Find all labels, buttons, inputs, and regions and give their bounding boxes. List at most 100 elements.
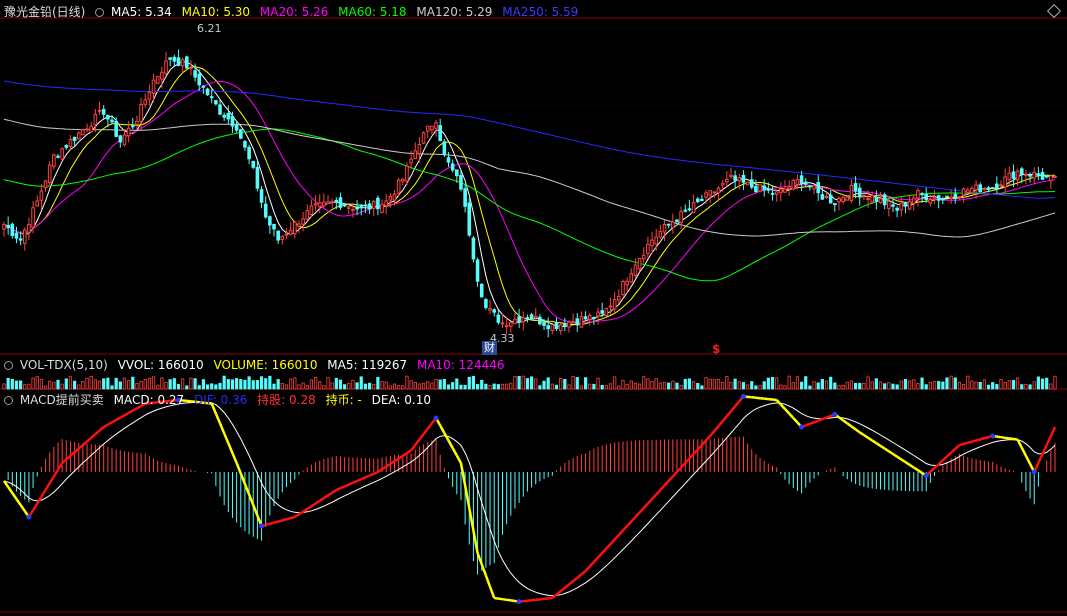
volume-bar [583,377,588,390]
candle-body [1003,176,1007,188]
dif-line-segment [107,421,113,426]
dif-line-segment [700,439,707,446]
candle-body [309,205,314,215]
volume-bar [397,385,401,390]
candle-body [658,231,663,238]
ma250-readout: MA250: 5.59 [502,5,579,19]
volume-bar [592,383,596,390]
dif-line-segment [892,452,898,458]
volume-bar [197,385,201,390]
candle-body [679,211,683,223]
settings-icon[interactable] [95,8,105,17]
dif-line-segment [7,486,14,494]
dif-line-segment [646,498,653,505]
candle-body [376,197,380,210]
volume-bar [23,384,27,390]
volume-bar [916,383,920,390]
dif-line-segment [967,440,973,444]
vol-settings-icon[interactable] [4,361,13,370]
candle-body [795,179,800,185]
candle-body [143,99,148,105]
volume-bar [334,377,338,390]
volume-bar [949,375,953,390]
macd-turn-marker [799,424,805,430]
volume-bar [1053,375,1057,390]
candle-body [779,188,783,194]
candle-body [10,223,15,236]
volume-bar [475,384,480,390]
dif-line-segment [243,483,251,495]
candle-body [924,193,929,200]
dif-line-segment [227,442,234,454]
candle-body [305,210,310,220]
volume-bar [770,377,775,390]
dif-line-segment [265,522,271,527]
volume-bar [554,384,559,390]
volume-bar [455,378,459,390]
candle-body [459,174,463,190]
candle-body [604,307,609,317]
candle-body [716,187,721,194]
dif-line-segment [659,484,666,491]
candle-body [230,115,235,127]
volume-bar [330,382,334,390]
candle-body [737,177,742,182]
candle-body [1036,173,1041,177]
dif-line-segment [451,447,458,457]
volume-bar [812,381,816,390]
dif-line-segment [875,442,882,447]
candle-body [413,150,418,160]
volume-bar [60,383,64,390]
dividend-marker[interactable]: $ [712,342,720,356]
finance-marker[interactable]: 财 [482,341,497,355]
volume-bar [799,381,804,390]
volume-bar [226,379,230,390]
volume-bar [829,376,833,390]
volume-bar [56,379,60,390]
volume-bar [625,384,629,390]
candle-body [488,307,492,311]
dif-line-segment [348,481,354,486]
volume-bar [102,378,106,390]
dif-line-segment [231,452,238,464]
volume-bar [147,377,151,390]
dif-line-segment [826,414,832,419]
dif-line-segment [252,504,259,516]
volume-bar [347,383,351,390]
candle-body [56,155,60,158]
volume-bar [484,383,488,390]
volume-bar [1011,380,1016,390]
macd-turn-marker [990,433,996,439]
volume-bar [409,380,413,390]
candle-body [824,195,829,198]
candle-body [932,196,937,200]
volume-bar [73,380,77,390]
volume-bar [858,382,862,390]
candle-body [430,125,434,131]
dif-line-segment [879,444,886,450]
candle-body [421,132,426,144]
dif-line-segment [609,538,616,545]
candle-body [184,56,189,69]
dif-line-segment [854,428,861,434]
volume-bar [89,375,93,390]
candle-body [60,148,64,160]
candle-body [1011,171,1016,179]
dif-line-segment [684,457,691,464]
macd-settings-icon[interactable] [4,396,13,405]
candle-body [654,236,659,245]
volume-bar [492,383,496,390]
dif-line-segment [294,513,300,519]
volume-bar [928,382,932,390]
candle-body [1049,175,1053,182]
vol-ma5-readout: MA5: 119267 [327,358,408,372]
dif-line-segment [1009,437,1014,441]
candle-body [139,104,143,122]
dif-line-segment [1049,426,1057,437]
volume-bar [982,379,986,390]
candle-body [849,184,854,202]
dif-line-segment [385,462,392,468]
candle-body [85,128,89,131]
volume-bar [808,385,812,390]
candle-body [799,175,804,184]
